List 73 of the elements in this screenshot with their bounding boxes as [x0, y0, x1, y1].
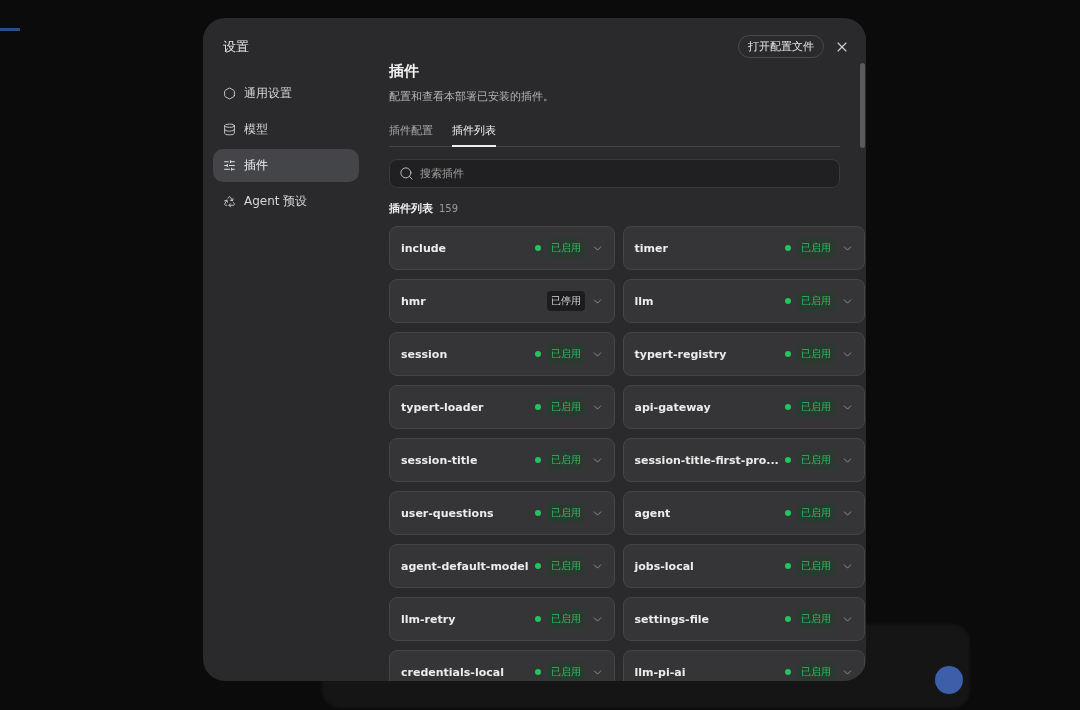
status-badge: 已启用 — [546, 397, 585, 417]
hexagon-icon — [223, 87, 236, 100]
plugin-card[interactable]: include 已启用 — [389, 226, 615, 270]
status-badge: 已启用 — [796, 556, 835, 576]
panel-title: 插件 — [389, 62, 420, 81]
plugin-card[interactable]: session-title 已启用 — [389, 438, 615, 482]
sidebar-item[interactable]: Agent 预设 — [213, 185, 359, 218]
plugin-name: session-title — [401, 453, 479, 467]
status-badge: 已启用 — [796, 238, 835, 258]
plugin-card[interactable]: agent-default-model 已启用 — [389, 544, 615, 588]
plugin-card[interactable]: agent 已启用 — [622, 491, 865, 535]
status-badge: 已启用 — [796, 291, 835, 311]
panel-description: 配置和查看本部署已安装的插件。 — [389, 89, 555, 104]
plugin-name: llm — [634, 294, 655, 308]
plugin-card[interactable]: llm 已启用 — [622, 279, 865, 323]
plugin-name: credentials-local — [401, 665, 505, 679]
plugin-card[interactable]: jobs-local 已启用 — [622, 544, 865, 588]
status-badge: 已启用 — [546, 662, 585, 681]
database-icon — [223, 123, 236, 136]
status-badge: 已启用 — [546, 556, 585, 576]
plugin-name: api-gateway — [634, 400, 712, 414]
sliders-icon — [223, 159, 236, 172]
plugin-card[interactable]: llm-pi-ai 已启用 — [622, 650, 865, 681]
plugin-name: llm-retry — [401, 612, 457, 626]
plugin-name: jobs-local — [634, 559, 695, 573]
plugin-name: session-title-first-pro... — [634, 453, 779, 467]
tab[interactable]: 插件列表 — [452, 118, 496, 147]
status-badge: 已启用 — [796, 450, 835, 470]
tab-underline — [0, 28, 20, 31]
plugin-card[interactable]: typert-loader 已启用 — [389, 385, 615, 429]
plugin-name: typert-registry — [634, 347, 728, 361]
status-badge: 已启用 — [796, 397, 835, 417]
recycle-icon — [223, 195, 236, 208]
status-badge: 已启用 — [796, 503, 835, 523]
status-badge: 已停用 — [546, 291, 585, 311]
plugin-name: agent-default-model — [401, 559, 529, 573]
list-count: 159 — [439, 203, 459, 214]
plugin-card[interactable]: hmr 已停用 — [389, 279, 615, 323]
scrollbar-thumb[interactable] — [860, 63, 865, 148]
plugin-name: session — [401, 347, 449, 361]
status-badge: 已启用 — [546, 344, 585, 364]
plugin-name: include — [401, 241, 448, 255]
sidebar-item[interactable]: 通用设置 — [213, 77, 359, 110]
plugin-name: timer — [634, 241, 669, 255]
status-badge: 已启用 — [796, 344, 835, 364]
plugin-card[interactable]: api-gateway 已启用 — [622, 385, 865, 429]
plugin-card[interactable]: llm-retry 已启用 — [389, 597, 615, 641]
plugin-card[interactable]: user-questions 已启用 — [389, 491, 615, 535]
plugin-card[interactable]: credentials-local 已启用 — [389, 650, 615, 681]
plugin-card[interactable]: settings-file 已启用 — [622, 597, 865, 641]
plugin-name: settings-file — [634, 612, 710, 626]
search-icon — [399, 166, 414, 181]
plugin-card[interactable]: typert-registry 已启用 — [622, 332, 865, 376]
tab[interactable]: 插件配置 — [389, 118, 433, 147]
plugin-name: agent — [634, 506, 672, 520]
sidebar-item[interactable]: 插件 — [213, 149, 359, 182]
status-badge: 已启用 — [546, 238, 585, 258]
dialog-title: 设置 — [222, 38, 250, 56]
status-badge: 已启用 — [546, 503, 585, 523]
plugin-name: user-questions — [401, 506, 495, 520]
status-badge: 已启用 — [796, 662, 835, 681]
plugin-card[interactable]: session-title-first-pro... 已启用 — [622, 438, 865, 482]
plugin-name: llm-pi-ai — [634, 665, 687, 679]
plugin-name: hmr — [401, 294, 427, 308]
sidebar-item[interactable]: 模型 — [213, 113, 359, 146]
plugin-card[interactable]: timer 已启用 — [622, 226, 865, 270]
list-title: 插件列表 — [389, 201, 433, 216]
plugin-card[interactable]: session 已启用 — [389, 332, 615, 376]
status-badge: 已启用 — [546, 609, 585, 629]
status-badge: 已启用 — [546, 450, 585, 470]
status-badge: 已启用 — [796, 609, 835, 629]
search-field[interactable]: 搜索插件 — [389, 159, 840, 188]
plugin-name: typert-loader — [401, 400, 485, 414]
